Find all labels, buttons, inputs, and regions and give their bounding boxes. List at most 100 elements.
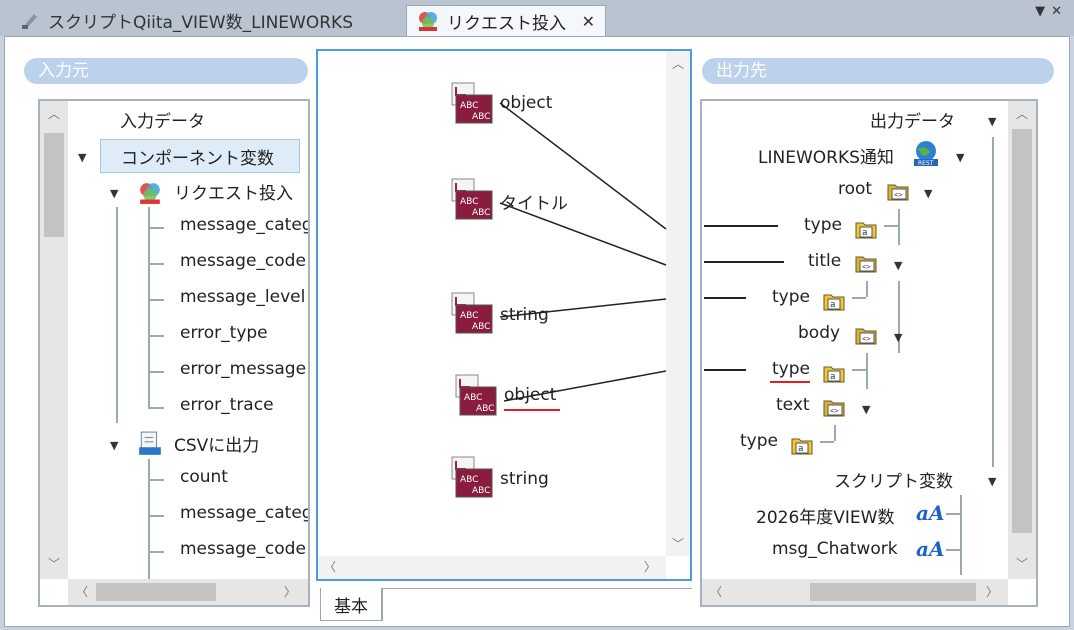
tree-guide [852, 369, 866, 371]
tab-basic[interactable]: 基本 [320, 588, 382, 621]
scroll-down-icon[interactable]: ﹀ [48, 555, 60, 572]
field-item[interactable]: error_trace [180, 395, 274, 415]
svg-text:a: a [830, 300, 836, 310]
svg-text:ABC: ABC [472, 112, 490, 122]
tree-guide [834, 425, 836, 441]
svg-text:ABC: ABC [460, 101, 478, 111]
field-item[interactable]: error_type [180, 323, 268, 343]
scroll-left-icon[interactable]: 〈 [710, 583, 722, 600]
string-format-icon: ABCABC [455, 374, 497, 416]
tree-item-component-variables[interactable]: コンポーネント変数 [100, 139, 300, 173]
collapse-icon[interactable]: ▼ [894, 259, 902, 272]
left-horizontal-scrollbar[interactable]: 〈 〉 [68, 579, 308, 605]
tree-item-lineworks[interactable]: LINEWORKS通知 [758, 143, 894, 168]
annotation-underline [770, 381, 810, 383]
tree-guide [946, 549, 960, 551]
tree-guide [866, 281, 868, 297]
svg-text:<>: <> [862, 335, 870, 343]
tab-script[interactable]: スクリプトQiita_VIEW数_LINEWORKS [10, 5, 398, 36]
tree-item-request[interactable]: リクエスト投入 [174, 179, 293, 204]
field-item[interactable]: message_category [180, 215, 308, 235]
canvas-node[interactable]: string [500, 469, 549, 489]
input-tree: ︿ ﹀ 〈 〉 入力データ ▼ コンポーネント変数 ▼ リクエスト投入 mess… [38, 99, 310, 607]
collapse-icon[interactable]: ▼ [988, 475, 996, 488]
tab-request[interactable]: リクエスト投入 ✕ [406, 5, 606, 36]
tree-item-attribute[interactable]: type [740, 431, 778, 451]
collapse-icon[interactable]: ▼ [78, 151, 86, 164]
scroll-up-icon[interactable]: ︿ [1016, 105, 1028, 122]
attribute-icon: a [855, 222, 877, 239]
field-item[interactable]: message_code [180, 539, 306, 559]
tree-item-csv[interactable]: CSVに出力 [174, 431, 259, 456]
svg-text:a: a [830, 372, 836, 382]
scroll-right-icon[interactable]: 〉 [986, 583, 998, 600]
tab-label: スクリプトQiita_VIEW数_LINEWORKS [48, 13, 353, 33]
input-section-header: 入力元 [24, 58, 308, 84]
dropdown-icon[interactable]: ▼ [1035, 4, 1051, 19]
scroll-thumb[interactable] [44, 133, 64, 237]
scroll-right-icon[interactable]: 〉 [284, 583, 296, 600]
tree-guide [148, 263, 164, 265]
field-item[interactable]: message_category [180, 503, 308, 523]
window-buttons: ▼✕ [1035, 4, 1068, 19]
svg-text:ABC: ABC [472, 486, 490, 496]
tree-item-script-variables[interactable]: スクリプト変数 [834, 467, 953, 492]
tree-item-element[interactable]: root [838, 179, 872, 199]
tree-guide [148, 227, 164, 229]
scroll-thumb[interactable] [810, 583, 976, 601]
tab-label: 基本 [334, 596, 368, 617]
collapse-icon[interactable]: ▼ [862, 403, 870, 416]
right-horizontal-scrollbar[interactable]: 〈 〉 [702, 579, 1008, 605]
collapse-icon[interactable]: ▼ [110, 439, 118, 452]
collapse-icon[interactable]: ▼ [924, 187, 932, 200]
tree-guide [946, 513, 960, 515]
script-variable[interactable]: msg_Chatwork [772, 539, 898, 559]
right-vertical-scrollbar[interactable]: ︿ ﹀ [1008, 101, 1036, 579]
canvas-node[interactable]: object [500, 93, 552, 113]
tree-item-attribute[interactable]: type [772, 359, 810, 379]
tree-guide [898, 209, 900, 245]
svg-text:ABC: ABC [460, 197, 478, 207]
tree-item-attribute[interactable]: type [804, 215, 842, 235]
field-item[interactable]: error_message [180, 359, 306, 379]
collapse-icon[interactable]: ▼ [110, 187, 118, 200]
mapping-canvas[interactable]: ︿ ﹀ 〈 〉 ABC ABC object ABC ABC タイトル ABC ABC… [316, 49, 692, 581]
element-icon: <> [887, 184, 909, 201]
output-section-title: 出力先 [716, 61, 767, 81]
close-window-icon[interactable]: ✕ [1051, 4, 1068, 19]
tree-guide [852, 297, 866, 299]
scroll-up-icon[interactable]: ︿ [48, 105, 60, 122]
canvas-node[interactable]: string [500, 305, 549, 325]
mapping-line-stub [704, 225, 778, 227]
tree-guide [148, 299, 164, 301]
tree-item-element[interactable]: title [808, 251, 841, 271]
tab-label: リクエスト投入 [447, 13, 566, 34]
tree-item-element[interactable]: body [798, 323, 840, 343]
tree-guide [148, 371, 164, 373]
scroll-thumb[interactable] [96, 583, 216, 601]
field-item[interactable]: count [180, 467, 228, 487]
field-item[interactable]: message_level [180, 287, 305, 307]
request-icon [140, 183, 160, 204]
mapping-line-stub [704, 369, 746, 371]
collapse-icon[interactable]: ▼ [988, 115, 996, 128]
scroll-left-icon[interactable]: 〈 [76, 583, 88, 600]
collapse-icon[interactable]: ▼ [956, 151, 964, 164]
script-variable[interactable]: 2026年度VIEW数 [756, 503, 894, 528]
tree-guide [148, 407, 164, 409]
canvas-node[interactable]: タイトル [500, 189, 568, 214]
close-icon[interactable]: ✕ [582, 12, 595, 31]
scroll-down-icon[interactable]: ﹀ [1016, 555, 1028, 572]
left-vertical-scrollbar[interactable]: ︿ ﹀ [40, 101, 68, 579]
output-section-header: 出力先 [702, 58, 1054, 84]
output-root-label: 出力データ [870, 112, 955, 132]
canvas-node[interactable]: object [504, 385, 556, 405]
svg-text:ABC: ABC [464, 393, 482, 403]
tree-item-attribute[interactable]: type [772, 287, 810, 307]
tree-item-element[interactable]: text [776, 395, 810, 415]
tree-guide [148, 335, 164, 337]
field-item[interactable]: message_code [180, 251, 306, 271]
scroll-thumb[interactable] [1012, 129, 1032, 533]
attribute-icon: a [823, 294, 845, 311]
collapse-icon[interactable]: ▼ [894, 331, 902, 344]
